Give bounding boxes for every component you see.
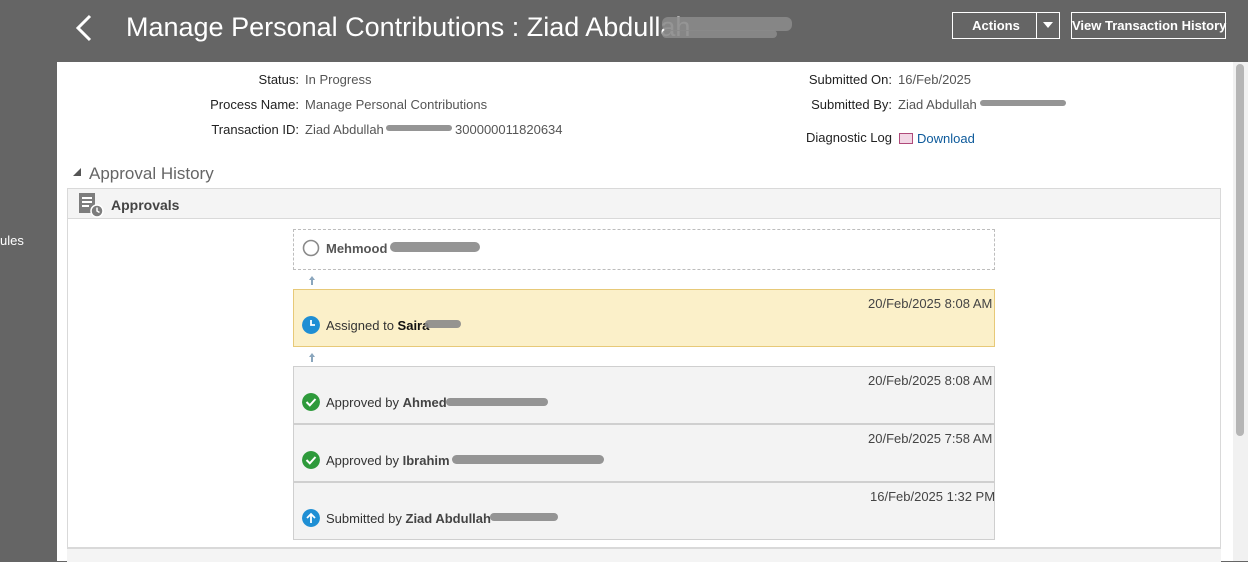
back-chevron-icon[interactable]: [72, 14, 98, 42]
item-timestamp: 20/Feb/2025 8:08 AM: [868, 373, 993, 388]
side-rail-text: ules: [0, 233, 24, 248]
item-timestamp: 16/Feb/2025 1:32 PM: [870, 489, 996, 504]
vertical-scrollbar[interactable]: [1233, 62, 1248, 561]
item-timestamp: 20/Feb/2025 8:08 AM: [868, 296, 993, 311]
redaction-mark: [386, 125, 452, 131]
approvals-title: Approvals: [111, 197, 180, 213]
next-section-header: [67, 548, 1221, 562]
dropdown-caret-icon[interactable]: [1036, 13, 1059, 38]
actions-menu-button[interactable]: Actions: [952, 12, 1060, 39]
redaction-mark: [662, 17, 792, 31]
actions-label: Actions: [972, 18, 1020, 33]
redaction-mark: [490, 513, 558, 521]
assigned-to-text: Assigned to Saira: [326, 318, 430, 333]
approval-history-title[interactable]: Approval History: [89, 164, 214, 184]
item-timestamp: 20/Feb/2025 7:58 AM: [868, 431, 993, 446]
status-value: In Progress: [305, 72, 372, 87]
download-link[interactable]: Download: [899, 131, 975, 146]
submitted-on-value: 16/Feb/2025: [898, 72, 972, 87]
approver-name: Mehmood: [326, 241, 388, 256]
check-icon: [302, 393, 320, 411]
clock-icon: [302, 316, 320, 334]
download-icon: [899, 133, 913, 144]
diagnostic-log-label: Diagnostic Log: [806, 130, 892, 145]
collapse-triangle-icon[interactable]: [72, 167, 82, 177]
submitted-on-label: Submitted On:: [808, 72, 892, 87]
redaction-mark: [425, 320, 461, 328]
approved-by-text: Approved by Ahmed: [326, 395, 447, 410]
redaction-mark: [390, 242, 480, 252]
page-title: Manage Personal Contributions : Ziad Abd…: [126, 12, 690, 43]
flow-arrow: [309, 276, 315, 285]
submitted-by-value: Ziad Abdullah: [898, 97, 977, 112]
check-icon: [302, 451, 320, 469]
flow-arrow: [309, 353, 315, 362]
approvals-list-icon: [79, 193, 104, 218]
submitted-by-text: Submitted by Ziad Abdullah: [326, 511, 491, 526]
redaction-mark: [452, 455, 604, 464]
approved-by-text: Approved by Ibrahim: [326, 453, 450, 468]
arrow-up-icon: [302, 509, 320, 527]
approvals-header: [67, 188, 1221, 219]
redaction-mark: [662, 30, 777, 38]
view-transaction-history-button[interactable]: View Transaction History: [1071, 12, 1226, 39]
page-title-text: Manage Personal Contributions : Ziad Abd…: [126, 12, 691, 42]
transaction-id-name: Ziad Abdullah: [305, 122, 384, 137]
status-label: Status:: [258, 72, 299, 87]
redaction-mark: [980, 100, 1066, 106]
process-name-label: Process Name:: [210, 97, 299, 112]
redaction-mark: [446, 398, 548, 406]
transaction-id-label: Transaction ID:: [211, 122, 299, 137]
process-name-value: Manage Personal Contributions: [305, 97, 488, 112]
transaction-id-number: 300000011820634: [455, 122, 563, 137]
download-link-text[interactable]: Download: [917, 131, 975, 146]
submitted-by-label: Submitted By:: [811, 97, 892, 112]
pending-circle-icon: [302, 239, 320, 257]
